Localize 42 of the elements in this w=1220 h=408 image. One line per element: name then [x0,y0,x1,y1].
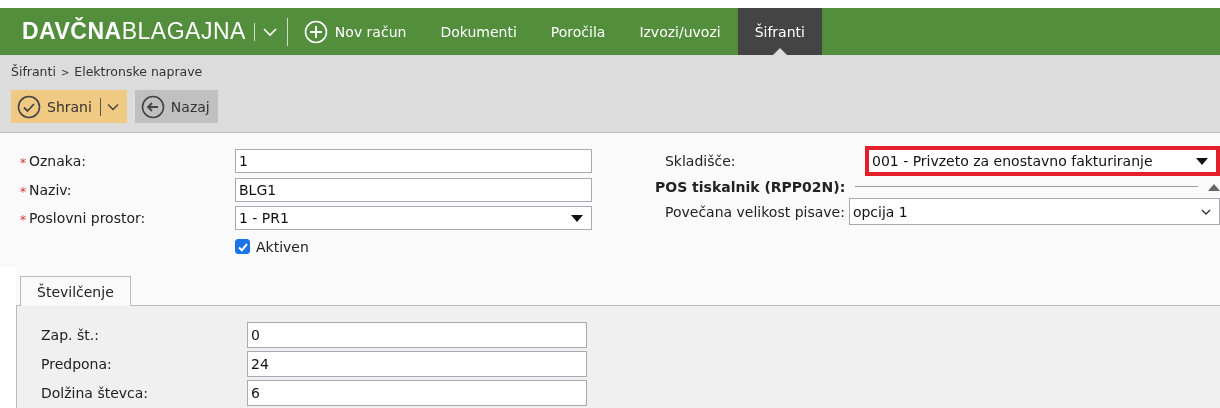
field-label: Skladišče: [664,153,737,170]
select-field[interactable]: opcija 1 [848,198,1220,226]
field-label: Poslovni prostor: [29,210,146,227]
chevron-down-icon [1201,208,1211,215]
input-field[interactable]: 0 [247,321,587,348]
nav-tab[interactable]: Izvozi/uvozi [622,8,738,55]
dropdown-arrow-icon [570,214,583,222]
input-field[interactable]: 24 [247,350,587,377]
nav-tab[interactable]: Poročila [533,8,623,55]
required-asterisk: * [20,156,26,171]
back-button[interactable]: Nazaj [134,90,218,123]
field-label: Naziv: [29,181,72,198]
input-field[interactable]: BLG1 [235,177,592,202]
breadcrumb-separator: > [60,67,70,78]
breadcrumb-link[interactable]: Elektronske naprave [74,64,203,79]
breadcrumb-link[interactable]: Šifranti [11,64,56,79]
required-asterisk: * [20,213,26,228]
select-field[interactable]: 1 - PR1 [235,206,592,231]
field-label: Dolžina števca: [41,384,150,401]
field-label: Oznaka: [29,153,86,170]
plus-circle-icon [303,19,328,44]
select-field[interactable]: 001 - Privzeto za enostavno fakturiranje [864,146,1220,177]
nav-tab[interactable]: Dokumenti [423,8,534,55]
field-label: Povečana velikost pisave: [664,203,845,220]
check-circle-icon [17,94,41,119]
input-field[interactable]: 1 [235,149,592,174]
field-label: Zap. št.: [41,326,100,343]
nav-tab[interactable]: Šifranti [737,8,822,55]
section-title: POS tiskalnik (RPP02N): [654,178,846,195]
input-field[interactable]: 6 [247,379,587,406]
save-button[interactable]: Shrani [11,90,127,123]
tab[interactable]: Številčenje [20,276,131,306]
chevron-down-icon[interactable] [106,102,119,111]
checkbox-label: Aktiven [256,238,309,255]
app-logo[interactable]: DAVČNABLAGAJNA [22,18,246,45]
required-asterisk: * [20,184,26,199]
new-invoice-button[interactable]: Nov račun [299,8,424,55]
dropdown-arrow-icon [1196,157,1208,165]
field-label: Predpona: [41,355,113,372]
arrow-left-circle-icon [140,94,165,119]
checkbox[interactable] [235,239,250,255]
collapse-triangle-icon[interactable] [1208,182,1220,191]
